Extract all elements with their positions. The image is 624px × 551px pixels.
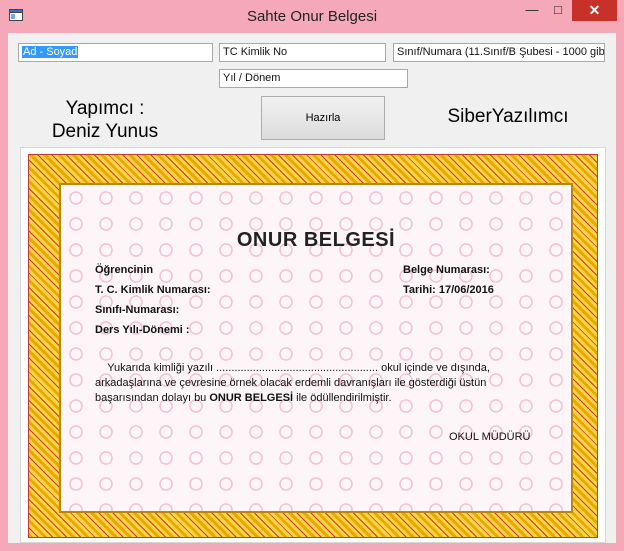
maximize-button[interactable]: □ [545, 0, 571, 21]
prepare-button[interactable]: Hazırla [261, 96, 385, 140]
year-term-input[interactable]: Yıl / Dönem [219, 69, 408, 88]
certificate-paper: ONUR BELGESİ Öğrencinin T. C. Kimlik Num… [59, 183, 573, 513]
student-label: Öğrencinin [95, 264, 154, 276]
principal-label: OKUL MÜDÜRÜ [449, 431, 531, 443]
class-label: Sınıfı-Numarası: [95, 304, 180, 316]
certificate-paragraph: Yukarıda kimliği yazılı ................… [95, 361, 543, 406]
paragraph-text-b: ile ödüllendirilmiştir. [293, 392, 392, 404]
maker-label: Yapımcı : Deniz Yunus [30, 97, 180, 143]
tc-input[interactable]: TC Kimlik No [219, 43, 386, 62]
close-button[interactable]: ✕ [572, 0, 617, 21]
app-window: Sahte Onur Belgesi — □ ✕ Ad - Soyad TC K… [0, 0, 624, 551]
maker-label-line2: Deniz Yunus [51, 121, 159, 142]
date-label: Tarihi: 17/06/2016 [403, 284, 494, 296]
form-client-area: Ad - Soyad TC Kimlik No Sınıf/Numara (11… [8, 33, 616, 543]
doc-number-label: Belge Numarası: [403, 264, 490, 276]
certificate-picture-box: ONUR BELGESİ Öğrencinin T. C. Kimlik Num… [20, 147, 606, 543]
name-input[interactable]: Ad - Soyad [18, 43, 213, 62]
class-number-input[interactable]: Sınıf/Numara (11.Sınıf/B Şubesi - 1000 g… [393, 43, 605, 62]
certificate-border: ONUR BELGESİ Öğrencinin T. C. Kimlik Num… [28, 154, 598, 538]
name-input-value: Ad - Soyad [22, 46, 79, 58]
tc-label: T. C. Kimlik Numarası: [95, 284, 211, 296]
year-label: Ders Yılı-Dönemi : [95, 324, 190, 336]
minimize-button[interactable]: — [519, 0, 545, 21]
paragraph-bold: ONUR BELGESİ [209, 392, 294, 404]
title-bar: Sahte Onur Belgesi — □ ✕ [0, 0, 624, 33]
certificate-title: ONUR BELGESİ [236, 229, 396, 251]
maker-label-line1: Yapımcı : [65, 98, 145, 119]
brand-label: SiberYazılımcı [447, 106, 569, 127]
